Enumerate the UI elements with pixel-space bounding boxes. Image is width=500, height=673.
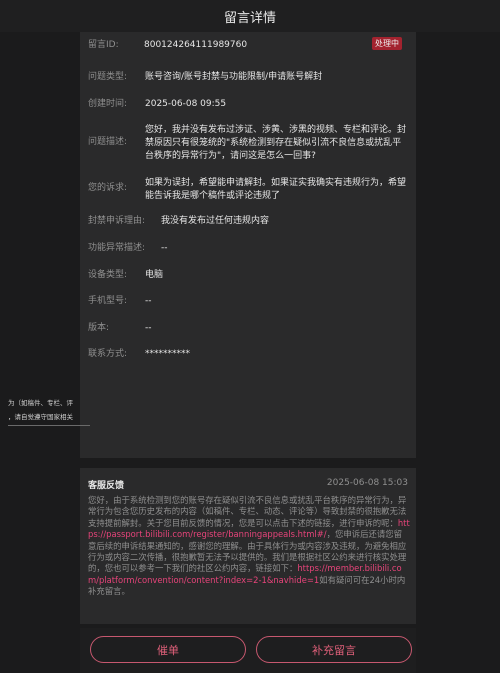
field-label: 创建时间: (88, 99, 128, 109)
message-detail-card: 留言ID: 800124264111989760 处理中 问题类型: 账号咨询/… (80, 32, 416, 458)
reply-text: 您好，由于系统检测到您的账号存在疑似引流不良信息或扰乱平台秩序的异常行为，异常行… (88, 495, 407, 528)
field-label: 问题描述: (88, 137, 128, 147)
field-label: 联系方式: (88, 349, 128, 359)
field-value: 800124264111989760 (144, 40, 248, 50)
reply-title: 客服反馈 (88, 481, 125, 491)
field-request: 您的诉求: 如果为误封，希望能申请解封。如果证实我确实有违规行为，希望能告诉我是… (88, 177, 410, 203)
field-message-id: 留言ID: 800124264111989760 (88, 39, 410, 52)
field-value: -- (145, 296, 152, 306)
action-footer: 催单 补充留言 (80, 628, 416, 673)
service-reply-card: 客服反馈 2025-06-08 15:03 您好，由于系统检测到您的账号存在疑似… (80, 468, 416, 624)
page-title: 留言详情 (223, 10, 276, 26)
field-value: ********** (145, 349, 190, 359)
field-function-issue: 功能异常描述: -- (88, 242, 410, 255)
field-label: 版本: (88, 323, 110, 333)
field-label: 功能异常描述: (88, 243, 146, 253)
field-version: 版本: -- (88, 322, 410, 335)
reply-date: 2025-06-08 15:03 (326, 478, 408, 488)
field-value: 电脑 (145, 270, 164, 280)
field-value: -- (145, 323, 152, 333)
field-description: 问题描述: 您好，我并没有发布过涉证、涉黄、涉黑的视频、专栏和评论。封禁原因只有… (88, 124, 410, 163)
field-phone-model: 手机型号: -- (88, 295, 410, 308)
attachment-text-line: ，请自觉遵守国家相关 (8, 413, 73, 421)
title-bar: 留言详情 (0, 0, 500, 32)
add-message-button[interactable]: 补充留言 (256, 636, 412, 663)
field-contact: 联系方式: ********** (88, 348, 410, 361)
field-device-type: 设备类型: 电脑 (88, 269, 410, 282)
urge-button[interactable]: 催单 (90, 636, 246, 663)
attachment-text-line: 为（如稿件、专栏、评 (8, 399, 73, 407)
field-label: 您的诉求: (88, 183, 128, 193)
field-value: 账号咨询/账号封禁与功能限制/申请账号解封 (145, 72, 323, 82)
field-value: -- (161, 243, 168, 253)
field-label: 问题类型: (88, 72, 128, 82)
status-badge: 处理中 (372, 37, 402, 50)
field-label: 手机型号: (88, 296, 128, 306)
field-label: 封禁申诉理由: (88, 216, 146, 226)
field-issue-type: 问题类型: 账号咨询/账号封禁与功能限制/申请账号解封 (88, 71, 410, 84)
attachment-divider (8, 425, 90, 426)
field-created-time: 创建时间: 2025-06-08 09:55 (88, 98, 410, 111)
field-label: 留言ID: (88, 40, 119, 50)
field-appeal-reason: 封禁申诉理由: 我没有发布过任何违规内容 (88, 215, 410, 228)
field-value: 如果为误封，希望能申请解封。如果证实我确实有违规行为，希望能告诉我是哪个稿件或评… (145, 178, 407, 201)
reply-body: 您好，由于系统检测到您的账号存在疑似引流不良信息或扰乱平台秩序的异常行为，异常行… (88, 495, 410, 598)
field-value: 您好，我并没有发布过涉证、涉黄、涉黑的视频、专栏和评论。封禁原因只有很笼统的"系… (145, 125, 407, 161)
field-value: 我没有发布过任何违规内容 (161, 216, 270, 226)
reply-header: 客服反馈 2025-06-08 15:03 (88, 478, 408, 491)
field-label: 设备类型: (88, 270, 128, 280)
field-value: 2025-06-08 09:55 (145, 99, 227, 109)
attachment-thumbnail[interactable]: 为（如稿件、专栏、评 ，请自觉遵守国家相关 (8, 396, 108, 430)
